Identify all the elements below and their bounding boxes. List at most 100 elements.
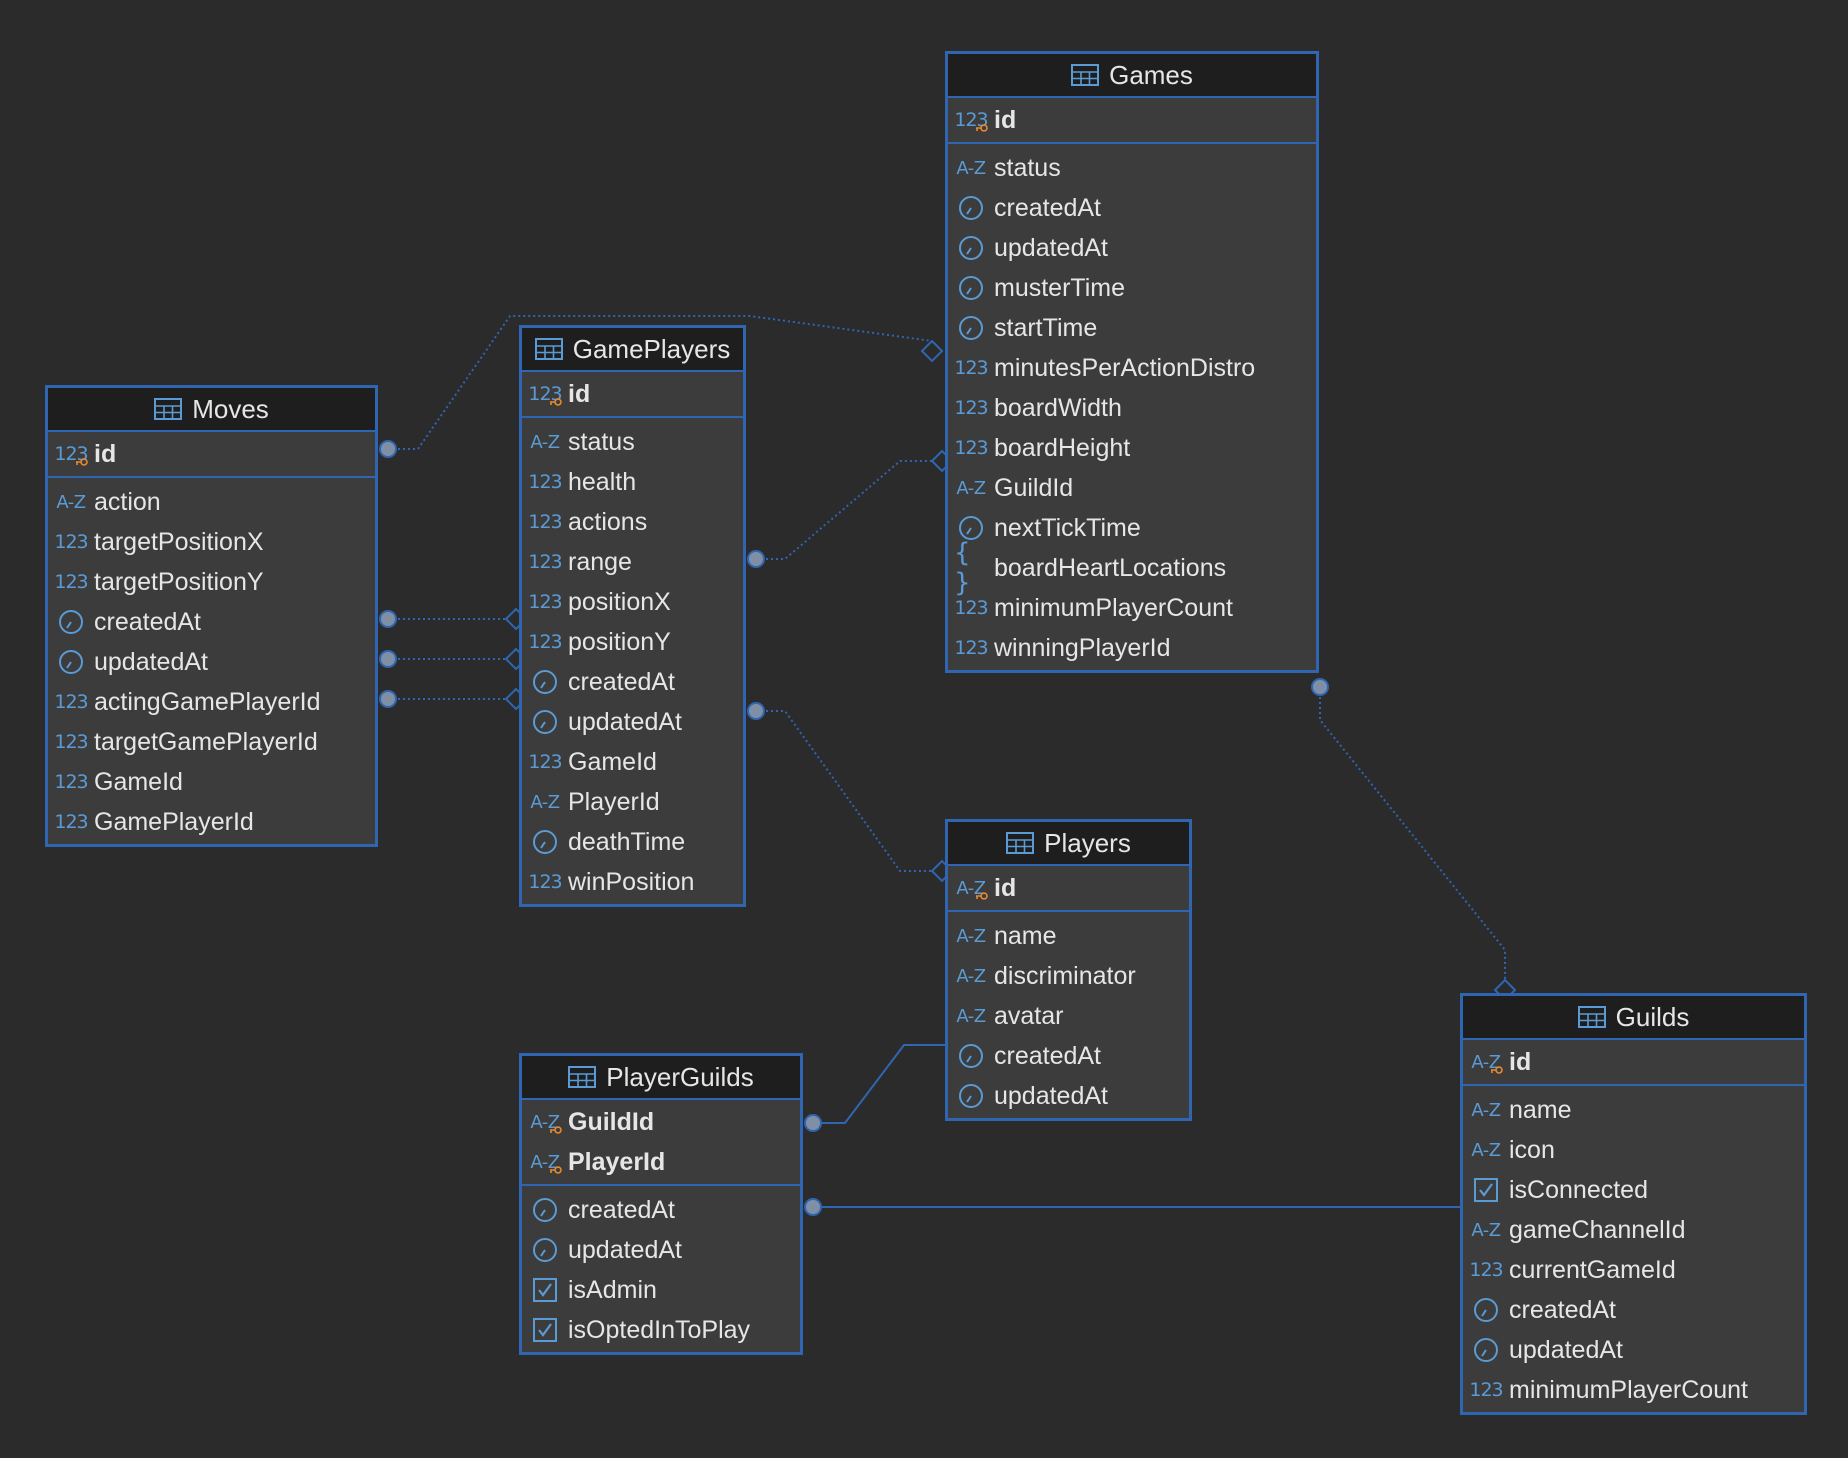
column-row[interactable]: 123 currentGameId	[1463, 1250, 1804, 1290]
column-row[interactable]: A-Z id	[948, 868, 1189, 908]
column-row[interactable]: isAdmin	[522, 1270, 800, 1310]
column-row[interactable]: 123 positionY	[522, 622, 743, 662]
table-header[interactable]: PlayerGuilds	[522, 1056, 800, 1100]
primary-key-section: 123 id	[48, 432, 375, 478]
table-header[interactable]: GamePlayers	[522, 328, 743, 372]
column-row[interactable]: updatedAt	[522, 1230, 800, 1270]
column-row[interactable]: A-Z status	[948, 148, 1316, 188]
column-row[interactable]: createdAt	[522, 1190, 800, 1230]
columns-section: A-Z status 123 health 123 actions 123 range 123 p…	[522, 418, 743, 904]
column-name: createdAt	[568, 667, 676, 696]
text-type-icon: A-Z	[954, 873, 988, 903]
column-row[interactable]: 123 winPosition	[522, 862, 743, 902]
column-row[interactable]: deathTime	[522, 822, 743, 862]
column-row[interactable]: 123 minimumPlayerCount	[948, 588, 1316, 628]
table-header[interactable]: Games	[948, 54, 1316, 98]
column-row[interactable]: A-Z status	[522, 422, 743, 462]
number-type-icon: 123	[1469, 1259, 1503, 1281]
column-row[interactable]: 123 id	[522, 374, 743, 414]
column-row[interactable]: 123 targetPositionY	[48, 562, 375, 602]
column-row[interactable]: 123 minimumPlayerCount	[1463, 1370, 1804, 1410]
column-row[interactable]: A-Z name	[948, 916, 1189, 956]
table-playerguilds[interactable]: PlayerGuilds A-Z GuildId A-Z PlayerId created…	[519, 1053, 803, 1355]
text-type-icon: A-Z	[530, 431, 560, 453]
column-row[interactable]: 123 id	[48, 434, 375, 474]
column-row[interactable]: A-Z GuildId	[948, 468, 1316, 508]
column-row[interactable]: A-Z discriminator	[948, 956, 1189, 996]
text-type-icon: A-Z	[956, 965, 986, 987]
column-row[interactable]: 123 boardHeight	[948, 428, 1316, 468]
table-games[interactable]: Games 123 id A-Z status createdAt updatedAt mus…	[945, 51, 1319, 673]
column-row[interactable]: updatedAt	[48, 642, 375, 682]
column-row[interactable]: nextTickTime	[948, 508, 1316, 548]
number-type-icon: 123	[528, 471, 562, 493]
relationship-link[interactable]	[804, 1044, 945, 1132]
column-row[interactable]: A-Z icon	[1463, 1130, 1804, 1170]
column-row[interactable]: 123 id	[948, 100, 1316, 140]
column-row[interactable]: updatedAt	[522, 702, 743, 742]
relationship-link[interactable]	[379, 647, 528, 671]
column-row[interactable]: isOptedInToPlay	[522, 1310, 800, 1350]
column-row[interactable]: musterTime	[948, 268, 1316, 308]
column-row[interactable]: A-Z name	[1463, 1090, 1804, 1130]
column-row[interactable]: 123 positionX	[522, 582, 743, 622]
column-row[interactable]: A-Z avatar	[948, 996, 1189, 1036]
relationship-link[interactable]	[747, 449, 954, 568]
column-row[interactable]: createdAt	[48, 602, 375, 642]
column-row[interactable]: isConnected	[1463, 1170, 1804, 1210]
column-row[interactable]: 123 GamePlayerId	[48, 802, 375, 842]
table-header[interactable]: Players	[948, 822, 1189, 866]
columns-section: A-Z status createdAt updatedAt musterTime sta…	[948, 144, 1316, 670]
column-row[interactable]: createdAt	[948, 1036, 1189, 1076]
column-row[interactable]: updatedAt	[948, 1076, 1189, 1116]
checkbox-icon	[528, 1275, 562, 1305]
column-name: status	[994, 153, 1061, 182]
column-row[interactable]: 123 GameId	[522, 742, 743, 782]
column-row[interactable]: 123 actingGamePlayerId	[48, 682, 375, 722]
column-row[interactable]: 123 minutesPerActionDistro	[948, 348, 1316, 388]
column-row[interactable]: A-Z action	[48, 482, 375, 522]
column-name: isAdmin	[568, 1275, 657, 1304]
relationship-link[interactable]	[379, 687, 528, 711]
number-type-icon: 123	[54, 443, 89, 466]
columns-section: A-Z name A-Z discriminator A-Z avatar createdA…	[948, 912, 1189, 1118]
clock-icon	[528, 827, 562, 857]
relationship-link[interactable]	[747, 702, 954, 883]
column-row[interactable]: 123 health	[522, 462, 743, 502]
table-moves[interactable]: Moves 123 id A-Z action 123 targetPositionX 123…	[45, 385, 378, 847]
relationship-link[interactable]	[1311, 678, 1517, 1002]
column-row[interactable]: 123 targetGamePlayerId	[48, 722, 375, 762]
column-row[interactable]: A-Z gameChannelId	[1463, 1210, 1804, 1250]
clock-icon	[954, 233, 988, 263]
column-row[interactable]: 123 GameId	[48, 762, 375, 802]
column-row[interactable]: 123 range	[522, 542, 743, 582]
relationship-link[interactable]	[379, 607, 528, 631]
column-row[interactable]: startTime	[948, 308, 1316, 348]
column-row[interactable]: updatedAt	[948, 228, 1316, 268]
column-row[interactable]: 123 targetPositionX	[48, 522, 375, 562]
text-type-icon: A-Z	[956, 1005, 986, 1027]
column-row[interactable]: updatedAt	[1463, 1330, 1804, 1370]
column-row[interactable]: A-Z PlayerId	[522, 782, 743, 822]
column-row[interactable]: createdAt	[522, 662, 743, 702]
column-name: name	[994, 921, 1057, 950]
table-guilds[interactable]: Guilds A-Z id A-Z name A-Z icon isConnected A-Z g…	[1460, 993, 1807, 1415]
table-header[interactable]: Moves	[48, 388, 375, 432]
column-row[interactable]: A-Z PlayerId	[522, 1142, 800, 1182]
column-row[interactable]: A-Z GuildId	[522, 1102, 800, 1142]
number-type-icon: 123	[954, 397, 988, 419]
column-row[interactable]: 123 boardWidth	[948, 388, 1316, 428]
column-name: name	[1509, 1095, 1572, 1124]
relationship-link[interactable]	[804, 1198, 1460, 1216]
column-row[interactable]: 123 winningPlayerId	[948, 628, 1316, 668]
table-players[interactable]: Players A-Z id A-Z name A-Z discriminator A-Z av…	[945, 819, 1192, 1121]
column-row[interactable]: 123 actions	[522, 502, 743, 542]
table-header[interactable]: Guilds	[1463, 996, 1804, 1040]
column-name: startTime	[994, 313, 1098, 342]
column-row[interactable]: createdAt	[1463, 1290, 1804, 1330]
column-row[interactable]: createdAt	[948, 188, 1316, 228]
column-row[interactable]: A-Z id	[1463, 1042, 1804, 1082]
table-gameplayers[interactable]: GamePlayers 123 id A-Z status 123 health 123 act…	[519, 325, 746, 907]
column-name: updatedAt	[994, 233, 1108, 262]
column-row[interactable]: { } boardHeartLocations	[948, 538, 1316, 598]
